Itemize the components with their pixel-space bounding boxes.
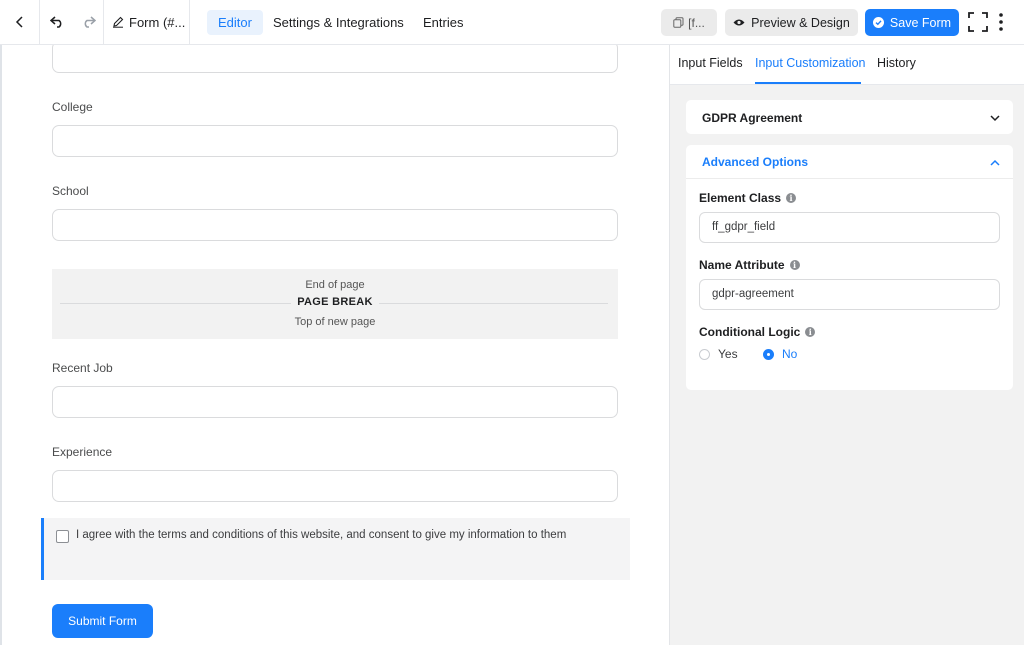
- copy-icon: [673, 17, 684, 28]
- conditional-logic-label: Conditional Logic i: [699, 325, 816, 339]
- field-label-recent-job: Recent Job: [52, 361, 113, 375]
- fullscreen-icon[interactable]: [968, 12, 988, 32]
- gdpr-panel-title: GDPR Agreement: [702, 111, 803, 125]
- tab-editor[interactable]: Editor: [207, 10, 263, 35]
- advanced-options-header[interactable]: Advanced Options: [686, 145, 1013, 179]
- tab-history[interactable]: History: [877, 56, 916, 70]
- save-form-button[interactable]: Save Form: [865, 9, 959, 36]
- advanced-options-title: Advanced Options: [702, 155, 809, 169]
- element-class-text: Element Class: [699, 191, 782, 205]
- gdpr-agreement-field[interactable]: I agree with the terms and conditions of…: [41, 518, 630, 580]
- shortcode-button[interactable]: [f...: [661, 9, 717, 36]
- advanced-options-panel: Advanced Options Element Class i ff_gdpr…: [686, 145, 1013, 390]
- save-label: Save Form: [889, 15, 952, 30]
- element-class-label: Element Class i: [699, 191, 797, 205]
- form-editor-canvas: College School End of page PAGE BREAK To…: [0, 45, 669, 645]
- radio-yes[interactable]: [699, 349, 710, 360]
- undo-icon: [50, 16, 62, 28]
- back-button[interactable]: [0, 0, 40, 44]
- field-label-experience: Experience: [52, 445, 113, 459]
- top-toolbar: Form (#... Editor Settings & Integration…: [0, 0, 1024, 45]
- edit-icon: [113, 16, 124, 28]
- redo-button[interactable]: [74, 0, 104, 44]
- gdpr-checkbox[interactable]: [56, 530, 69, 543]
- field-label-college: College: [52, 100, 93, 114]
- page-break-block[interactable]: End of page PAGE BREAK Top of new page: [52, 269, 618, 339]
- name-attribute-text: Name Attribute: [699, 258, 785, 272]
- back-icon: [15, 16, 23, 28]
- info-icon[interactable]: i: [805, 327, 816, 337]
- tab-entries[interactable]: Entries: [412, 10, 474, 35]
- info-icon[interactable]: i: [786, 193, 797, 203]
- preview-label: Preview & Design: [751, 15, 850, 30]
- conditional-logic-text: Conditional Logic: [699, 325, 801, 339]
- sidebar-tabs: Input Fields Input Customization History: [670, 45, 1024, 85]
- page-break-title-wrap: PAGE BREAK: [52, 296, 618, 308]
- page-break-title: PAGE BREAK: [291, 296, 379, 308]
- school-input[interactable]: [52, 209, 618, 241]
- shortcode-label: [f...: [688, 15, 705, 30]
- check-circle-icon: [872, 17, 884, 28]
- tab-settings-integrations[interactable]: Settings & Integrations: [262, 10, 415, 35]
- radio-yes-label[interactable]: Yes: [718, 347, 738, 361]
- chevron-down-icon[interactable]: [989, 112, 1001, 124]
- tab-input-customization[interactable]: Input Customization: [755, 56, 865, 70]
- active-tab-underline: [755, 82, 861, 84]
- element-class-input[interactable]: ff_gdpr_field: [699, 212, 1000, 243]
- eye-icon: [733, 19, 745, 26]
- radio-no[interactable]: [763, 349, 774, 360]
- name-attribute-input[interactable]: gdpr-agreement: [699, 279, 1000, 310]
- tab-input-fields[interactable]: Input Fields: [678, 56, 743, 70]
- scroll-marker: [0, 65, 2, 89]
- undo-button[interactable]: [40, 0, 74, 44]
- gdpr-agreement-panel[interactable]: GDPR Agreement: [686, 100, 1013, 134]
- page-break-end-text: End of page: [305, 279, 365, 291]
- settings-sidebar: Input Fields Input Customization History…: [669, 45, 1024, 645]
- page-break-top-text: Top of new page: [294, 316, 376, 328]
- chevron-up-icon[interactable]: [989, 157, 1001, 169]
- more-vertical-icon[interactable]: [996, 12, 1006, 32]
- info-icon[interactable]: i: [789, 260, 800, 270]
- text-input-top[interactable]: [52, 45, 618, 73]
- radio-no-label[interactable]: No: [782, 347, 797, 361]
- form-title-button[interactable]: Form (#...: [104, 0, 190, 44]
- recent-job-input[interactable]: [52, 386, 618, 418]
- redo-icon: [84, 16, 96, 28]
- experience-input[interactable]: [52, 470, 618, 502]
- gdpr-text: I agree with the terms and conditions of…: [76, 529, 567, 541]
- submit-form-button[interactable]: Submit Form: [52, 604, 153, 638]
- preview-design-button[interactable]: Preview & Design: [725, 9, 858, 36]
- name-attribute-label: Name Attribute i: [699, 258, 800, 272]
- college-input[interactable]: [52, 125, 618, 157]
- form-title: Form (#...: [129, 14, 186, 30]
- field-label-school: School: [52, 184, 89, 198]
